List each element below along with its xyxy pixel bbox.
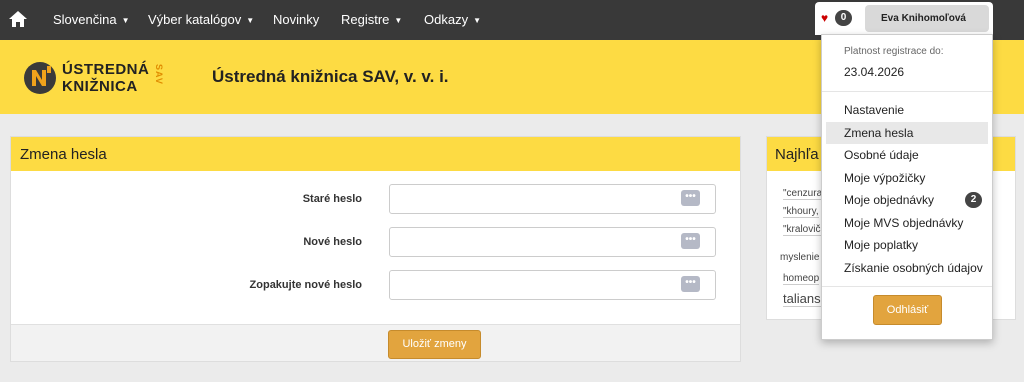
favorites-count-badge[interactable]: 0 — [835, 10, 852, 26]
nav-item-news[interactable]: Novinky — [273, 0, 319, 40]
chevron-down-icon: ▼ — [246, 16, 255, 25]
nav-item-label: Výber katalógov — [148, 12, 242, 27]
menu-item-label: Moje poplatky — [844, 238, 919, 252]
nav-item-registers[interactable]: Registre ▼ — [341, 0, 402, 40]
nav-item-label: Registre — [341, 12, 390, 27]
logo-text-line1: ÚSTREDNÁ — [62, 61, 150, 78]
menu-item-label: Zmena hesla — [844, 126, 914, 140]
password-dots-icon[interactable]: ••• — [681, 190, 700, 206]
menu-item-loans[interactable]: Moje výpožičky — [826, 167, 988, 189]
search-tag-link[interactable]: homeop — [783, 273, 820, 285]
nav-item-label: Slovenčina — [53, 12, 117, 27]
menu-item-orders[interactable]: Moje objednávky 2 — [826, 189, 988, 211]
logo-text-line2: KNIŽNICA — [62, 78, 138, 95]
nav-item-links[interactable]: Odkazy ▼ — [424, 0, 481, 40]
search-tag-link[interactable]: "cenzura — [783, 188, 823, 200]
menu-item-personal-data[interactable]: Osobné údaje — [826, 144, 988, 166]
divider — [822, 286, 992, 287]
menu-item-ill-orders[interactable]: Moje MVS objednávky — [826, 212, 988, 234]
menu-item-label: Moje objednávky — [844, 193, 935, 207]
card-footer: Uložiť zmeny — [11, 324, 740, 361]
repeat-password-label: Zopakujte nové heslo — [249, 279, 362, 291]
card-title: Najhľa — [775, 146, 819, 163]
logo-sav-text: SAV — [154, 64, 164, 85]
nav-item-catalogs[interactable]: Výber katalógov ▼ — [148, 0, 254, 40]
search-tag-link[interactable]: myslenie — [780, 252, 819, 263]
search-tag-link[interactable]: "kraloviča — [783, 224, 827, 236]
nav-item-label: Novinky — [273, 12, 320, 27]
menu-item-label: Moje MVS objednávky — [844, 216, 964, 230]
logo-emblem-icon — [24, 62, 56, 94]
new-password-input[interactable] — [389, 227, 716, 257]
nav-item-label: Odkazy — [424, 12, 469, 27]
old-password-input[interactable] — [389, 184, 716, 214]
menu-item-label: Nastavenie — [844, 103, 905, 117]
chevron-down-icon: ▼ — [394, 16, 403, 25]
menu-item-label: Osobné údaje — [844, 148, 919, 162]
chevron-down-icon: ▼ — [121, 16, 130, 25]
user-area: ♥ 0 Eva Knihomoľová — [815, 2, 993, 35]
menu-item-change-password[interactable]: Zmena hesla — [826, 122, 988, 144]
search-tag-link[interactable]: "khoury, — [783, 206, 819, 218]
divider — [822, 91, 992, 92]
home-icon[interactable] — [8, 9, 28, 29]
old-password-label: Staré heslo — [302, 193, 362, 205]
user-dropdown-menu: Platnost registrace do: 23.04.2026 Nasta… — [821, 34, 993, 340]
orders-count-badge: 2 — [965, 192, 982, 208]
menu-item-data-export[interactable]: Získanie osobných údajov — [826, 257, 988, 279]
menu-item-fees[interactable]: Moje poplatky — [826, 234, 988, 256]
library-logo[interactable]: ÚSTREDNÁ KNIŽNICA SAV — [22, 58, 172, 104]
user-menu-button[interactable]: Eva Knihomoľová — [865, 5, 989, 32]
repeat-password-input[interactable] — [389, 270, 716, 300]
card-title: Zmena hesla — [20, 146, 107, 163]
change-password-card: Zmena hesla Staré heslo ••• Nové heslo •… — [10, 136, 741, 362]
logout-button[interactable]: Odhlásiť — [873, 295, 942, 325]
save-changes-button[interactable]: Uložiť zmeny — [388, 330, 481, 359]
menu-item-settings[interactable]: Nastavenie — [826, 99, 988, 121]
registration-validity-date: 23.04.2026 — [844, 65, 905, 79]
menu-item-label: Získanie osobných údajov — [844, 261, 983, 275]
menu-item-label: Moje výpožičky — [844, 171, 926, 185]
heart-icon[interactable]: ♥ — [821, 11, 828, 25]
site-title: Ústredná knižnica SAV, v. v. i. — [212, 67, 449, 86]
registration-validity-label: Platnost registrace do: — [844, 46, 944, 57]
nav-item-language[interactable]: Slovenčina ▼ — [53, 0, 130, 40]
search-tag-link[interactable]: talians — [783, 291, 821, 307]
card-header: Zmena hesla — [11, 137, 740, 171]
password-dots-icon[interactable]: ••• — [681, 276, 700, 292]
new-password-label: Nové heslo — [303, 236, 362, 248]
chevron-down-icon: ▼ — [473, 16, 481, 25]
password-dots-icon[interactable]: ••• — [681, 233, 700, 249]
